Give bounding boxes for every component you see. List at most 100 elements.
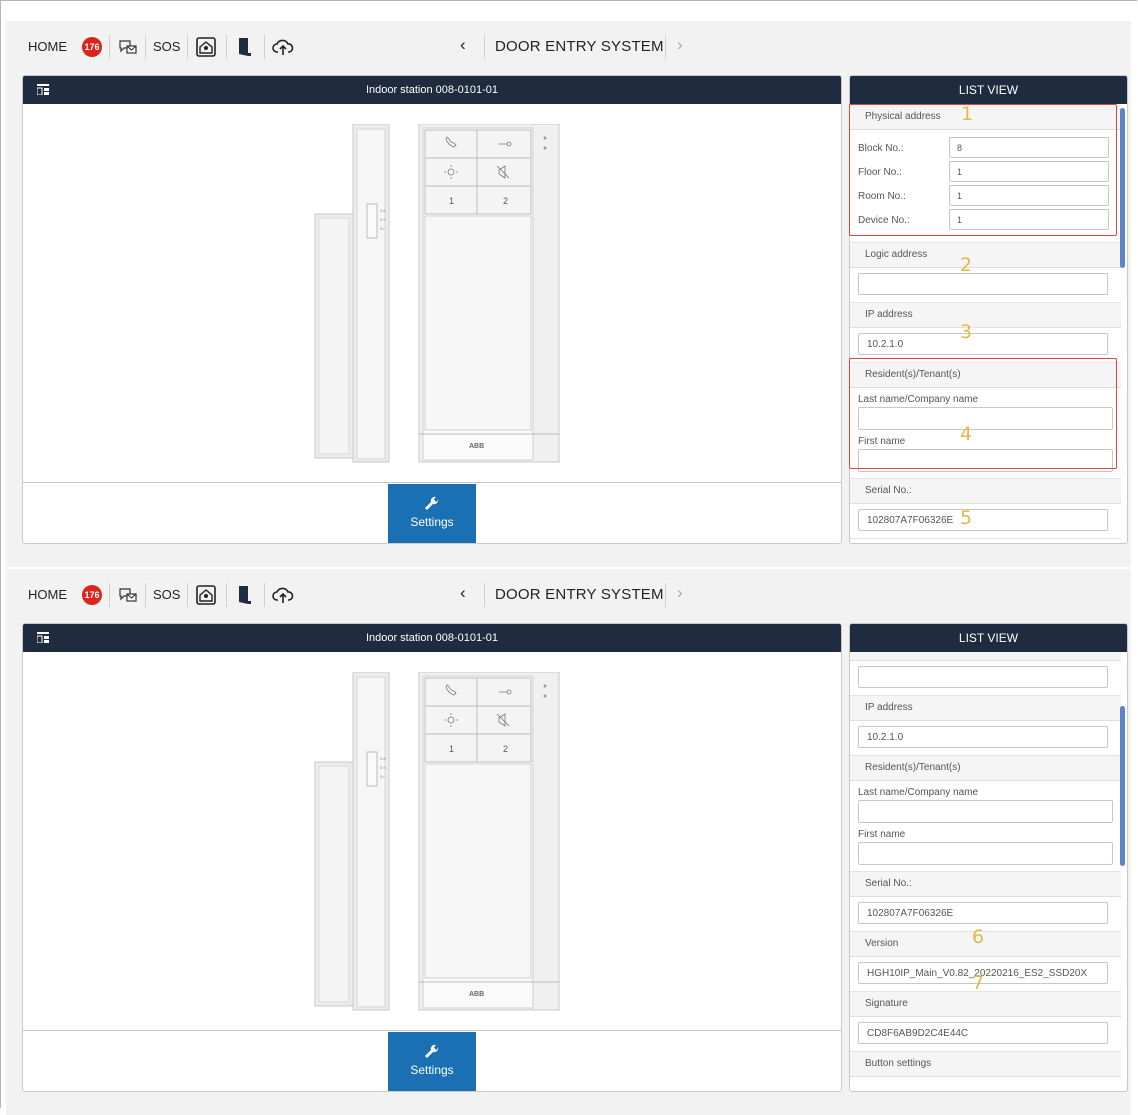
- notification-badge[interactable]: 176: [82, 37, 102, 57]
- logic-address-heading: Logic address: [850, 652, 1121, 661]
- residents-heading: Resident(s)/Tenant(s): [850, 756, 1121, 781]
- first-name-input[interactable]: [858, 449, 1113, 472]
- device-panel-header: Indoor station 008-0101-01: [23, 624, 841, 652]
- device-title: Indoor station 008-0101-01: [365, 84, 499, 96]
- logic-address-input[interactable]: [858, 273, 1108, 295]
- block-label: Block No.:: [858, 143, 904, 154]
- list-view-header: LIST VIEW: [850, 624, 1127, 652]
- sos-button[interactable]: SOS: [153, 39, 180, 54]
- cloud-upload-icon[interactable]: [272, 36, 294, 58]
- block-row: Block No.: 8: [850, 136, 1121, 160]
- svg-text:0.8: 0.8: [380, 756, 386, 761]
- svg-text:0.8: 0.8: [380, 208, 386, 213]
- settings-button[interactable]: Settings: [388, 484, 476, 543]
- screen-top: HOME 176 SOS ‹ DOOR ENTRY SYSTEM › Indoo…: [6, 21, 1131, 567]
- logic-address-input[interactable]: [858, 666, 1108, 688]
- version-input[interactable]: HGH10IP_Main_V0.82_20220216_ES2_SSD20X: [858, 962, 1108, 984]
- sos-button[interactable]: SOS: [153, 587, 180, 602]
- key-2-label: 2: [503, 744, 508, 754]
- device-footer: Settings: [23, 1030, 841, 1091]
- residents-heading: Resident(s)/Tenant(s): [850, 363, 1121, 388]
- last-name-input[interactable]: [858, 800, 1113, 823]
- cloud-upload-icon[interactable]: [272, 584, 294, 606]
- page-title: DOOR ENTRY SYSTEM: [495, 586, 664, 603]
- device-panel: Indoor station 008-0101-01 0.8 0.9 0.r 1…: [22, 75, 842, 544]
- door-icon[interactable]: [233, 584, 255, 606]
- last-name-input[interactable]: [858, 407, 1113, 430]
- serial-row: 102807A7F06326E: [850, 504, 1121, 539]
- divider: [226, 583, 227, 607]
- home-security-icon[interactable]: [195, 584, 217, 606]
- divider: [665, 35, 666, 59]
- key-2-label: 2: [503, 196, 508, 206]
- ip-address-input[interactable]: 10.2.1.0: [858, 333, 1108, 355]
- list-view-body[interactable]: Logic address IP address 10.2.1.0 Reside…: [850, 652, 1121, 1091]
- previous-page-button[interactable]: ‹: [460, 35, 466, 55]
- ip-address-row: 10.2.1.0: [850, 328, 1121, 363]
- physical-address-heading: Physical address: [850, 105, 1121, 130]
- layout-toggle-icon[interactable]: [37, 84, 49, 95]
- ip-address-input[interactable]: 10.2.1.0: [858, 726, 1108, 748]
- ip-address-heading: IP address: [850, 303, 1121, 328]
- settings-label: Settings: [410, 515, 454, 529]
- serial-input[interactable]: 102807A7F06326E: [858, 509, 1108, 531]
- list-view-header: LIST VIEW: [850, 76, 1127, 104]
- device-footer: Settings: [23, 482, 841, 543]
- logic-address-heading: Logic address: [850, 243, 1121, 268]
- top-bar: HOME 176 SOS ‹ DOOR ENTRY SYSTEM ›: [6, 21, 1131, 71]
- divider: [264, 35, 265, 59]
- ip-address-row: 10.2.1.0: [850, 721, 1121, 756]
- last-name-label: Last name/Company name: [858, 394, 979, 405]
- divider: [226, 35, 227, 59]
- signature-input[interactable]: CD8F6AB9D2C4E44C: [858, 1022, 1108, 1044]
- door-icon[interactable]: [233, 36, 255, 58]
- list-view-body[interactable]: Physical address Block No.: 8 Floor No.:…: [850, 104, 1121, 543]
- device-title: Indoor station 008-0101-01: [365, 632, 499, 644]
- list-view-panel: LIST VIEW Logic address IP address 10.2.…: [849, 623, 1128, 1092]
- home-link[interactable]: HOME: [28, 39, 67, 54]
- scrollbar-thumb[interactable]: [1120, 108, 1125, 268]
- divider: [187, 583, 188, 607]
- divider: [484, 583, 485, 607]
- message-icon[interactable]: [117, 36, 139, 58]
- message-icon[interactable]: [117, 584, 139, 606]
- divider: [665, 583, 666, 607]
- version-row: HGH10IP_Main_V0.82_20220216_ES2_SSD20X: [850, 957, 1121, 992]
- device-row: Device No.: 1: [850, 208, 1121, 232]
- device-input[interactable]: 1: [949, 209, 1109, 230]
- button-settings-heading[interactable]: Button settings: [850, 1052, 1121, 1077]
- serial-heading: Serial No.:: [850, 872, 1121, 897]
- divider: [187, 35, 188, 59]
- wrench-icon: [425, 1044, 439, 1058]
- svg-text:0.r: 0.r: [380, 774, 385, 779]
- floor-input[interactable]: 1: [949, 161, 1109, 182]
- scrollbar-thumb[interactable]: [1120, 706, 1125, 866]
- home-link[interactable]: HOME: [28, 587, 67, 602]
- first-name-input[interactable]: [858, 842, 1113, 865]
- next-page-button[interactable]: ›: [677, 583, 683, 603]
- device-panel: Indoor station 008-0101-01 0.8 0.9 0.r 1…: [22, 623, 842, 1092]
- divider: [145, 583, 146, 607]
- serial-heading: Serial No.:: [850, 479, 1121, 504]
- layout-toggle-icon[interactable]: [37, 632, 49, 643]
- settings-button[interactable]: Settings: [388, 1032, 476, 1091]
- divider: [145, 35, 146, 59]
- serial-row: 102807A7F06326E: [850, 897, 1121, 932]
- abb-logo: ABB: [469, 443, 484, 450]
- serial-input[interactable]: 102807A7F06326E: [858, 902, 1108, 924]
- block-input[interactable]: 8: [949, 137, 1109, 158]
- home-security-icon[interactable]: [195, 36, 217, 58]
- svg-text:0.9: 0.9: [380, 217, 386, 222]
- next-page-button[interactable]: ›: [677, 35, 683, 55]
- first-name-label: First name: [858, 436, 906, 447]
- signature-row: CD8F6AB9D2C4E44C: [850, 1017, 1121, 1052]
- first-name-label: First name: [858, 829, 906, 840]
- ip-address-heading: IP address: [850, 696, 1121, 721]
- device-label: Device No.:: [858, 215, 910, 226]
- previous-page-button[interactable]: ‹: [460, 583, 466, 603]
- notification-badge[interactable]: 176: [82, 585, 102, 605]
- room-input[interactable]: 1: [949, 185, 1109, 206]
- device-illustration: 0.8 0.9 0.r 1 2 ABB: [313, 123, 563, 469]
- abb-logo: ABB: [469, 991, 484, 998]
- screen-bottom: HOME 176 SOS ‹ DOOR ENTRY SYSTEM › Indoo…: [6, 569, 1131, 1115]
